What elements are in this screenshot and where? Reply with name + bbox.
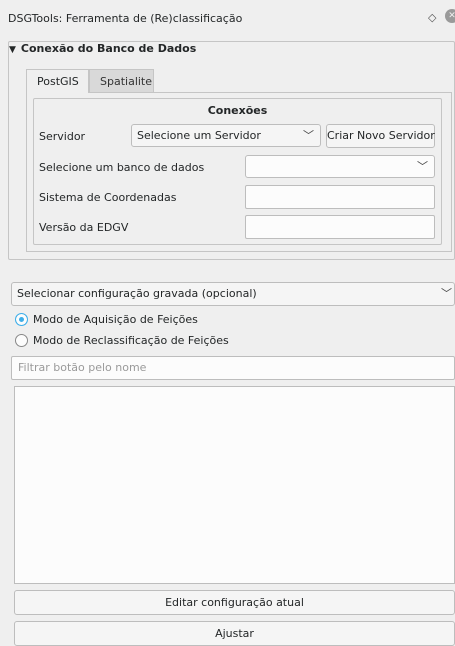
db-connection-group-title: Conexão do Banco de Dados [20, 42, 197, 55]
server-combo[interactable]: Selecione um Servidor ﹀ [131, 124, 321, 147]
tab-spatialite[interactable]: Spatialite [89, 69, 154, 93]
crs-label: Sistema de Coordenadas [39, 191, 177, 204]
buttons-list-area[interactable] [14, 386, 455, 584]
filter-placeholder: Filtrar botão pelo nome [18, 361, 147, 374]
edgv-label: Versão da EDGV [39, 221, 129, 234]
crs-field[interactable] [245, 185, 435, 209]
server-label: Servidor [39, 130, 86, 143]
create-server-button[interactable]: Criar Novo Servidor [326, 124, 435, 148]
mode-acquisition-label[interactable]: Modo de Aquisição de Feições [33, 313, 198, 326]
collapse-triangle-icon[interactable]: ▼ [9, 45, 16, 55]
chevron-down-icon: ﹀ [417, 160, 428, 173]
mode-acquisition-radio[interactable] [15, 313, 28, 326]
db-connection-group-header[interactable]: ▼ Conexão do Banco de Dados [9, 42, 196, 55]
database-label: Selecione um banco de dados [39, 161, 205, 174]
window-title: DSGTools: Ferramenta de (Re)classificaçã… [8, 12, 243, 25]
close-icon[interactable]: ✕ [445, 9, 455, 23]
mode-reclassification-label[interactable]: Modo de Reclassificação de Feições [33, 334, 229, 347]
adjust-button[interactable]: Ajustar [14, 621, 455, 646]
server-combo-value: Selecione um Servidor [137, 129, 261, 142]
tab-spatialite-label: Spatialite [100, 75, 153, 88]
connections-label: Conexões [207, 104, 268, 117]
saved-config-combo[interactable]: Selecionar configuração gravada (opciona… [11, 282, 455, 306]
database-combo[interactable]: ﹀ [245, 155, 435, 178]
edgv-field[interactable] [245, 215, 435, 239]
chevron-down-icon: ﹀ [441, 287, 452, 300]
radio-unchecked-icon[interactable] [15, 334, 28, 347]
float-dock-icon[interactable]: ◇ [428, 11, 436, 24]
tab-postgis-label: PostGIS [37, 75, 79, 88]
saved-config-combo-value: Selecionar configuração gravada (opciona… [17, 287, 257, 300]
filter-buttons-input[interactable]: Filtrar botão pelo nome [11, 356, 455, 380]
radio-checked-icon[interactable] [15, 313, 28, 326]
chevron-down-icon: ﹀ [303, 129, 314, 142]
tab-postgis[interactable]: PostGIS [26, 69, 89, 93]
title-bar: DSGTools: Ferramenta de (Re)classificaçã… [0, 0, 455, 34]
edit-config-button[interactable]: Editar configuração atual [14, 590, 455, 615]
mode-reclassification-radio[interactable] [15, 334, 28, 347]
